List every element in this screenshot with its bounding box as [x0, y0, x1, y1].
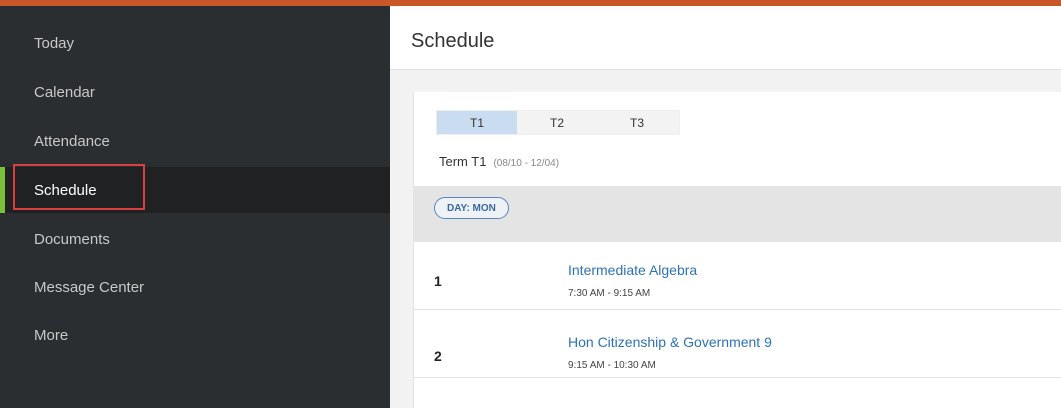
term-label: Term T1 — [439, 154, 487, 169]
course-link[interactable]: Hon Citizenship & Government 9 — [568, 334, 772, 350]
period-number: 1 — [434, 273, 442, 289]
term-dates: (08/10 - 12/04) — [493, 158, 560, 169]
sidebar-item-label: Message Center — [34, 278, 145, 296]
term-info: Term T1 (08/10 - 12/04) — [439, 154, 559, 169]
main-content: Schedule T1 T2 T3 Term T1 (08/10 - 12/04)… — [390, 6, 1061, 408]
sidebar-item-label: More — [34, 326, 69, 344]
sidebar-item-attendance[interactable]: Attendance — [0, 118, 390, 164]
period-row: 1 Intermediate Algebra 7:30 AM - 9:15 AM — [414, 242, 1061, 310]
period-number: 2 — [434, 348, 442, 364]
sidebar-item-label: Today — [34, 34, 75, 52]
course-time: 9:15 AM - 10:30 AM — [568, 360, 656, 371]
term-tabs: T1 T2 T3 — [436, 110, 680, 135]
day-header: DAY: MON — [414, 186, 1061, 242]
sidebar-item-today[interactable]: Today — [0, 20, 390, 66]
sidebar-nav: Today Calendar Attendance Schedule Docum… — [0, 6, 390, 408]
sidebar-item-label: Attendance — [34, 132, 110, 150]
sidebar-item-calendar[interactable]: Calendar — [0, 69, 390, 115]
sidebar-item-schedule[interactable]: Schedule — [0, 167, 390, 213]
sidebar-item-label: Calendar — [34, 83, 95, 101]
sidebar-item-documents[interactable]: Documents — [0, 216, 390, 262]
course-link[interactable]: Intermediate Algebra — [568, 262, 697, 278]
page-header: Schedule — [390, 6, 1061, 70]
tab-t1[interactable]: T1 — [437, 111, 517, 134]
page-title: Schedule — [411, 30, 495, 52]
sidebar-item-more[interactable]: More — [0, 312, 390, 358]
sidebar-item-message-center[interactable]: Message Center — [0, 264, 390, 310]
tab-t3[interactable]: T3 — [597, 111, 677, 134]
sidebar-item-label: Schedule — [34, 181, 97, 199]
tab-t2[interactable]: T2 — [517, 111, 597, 134]
sidebar-item-label: Documents — [34, 230, 110, 248]
schedule-card: T1 T2 T3 Term T1 (08/10 - 12/04) DAY: MON… — [413, 92, 1061, 408]
course-time: 7:30 AM - 9:15 AM — [568, 288, 651, 299]
day-filter-pill[interactable]: DAY: MON — [434, 197, 509, 219]
period-row: 2 Hon Citizenship & Government 9 9:15 AM… — [414, 310, 1061, 378]
